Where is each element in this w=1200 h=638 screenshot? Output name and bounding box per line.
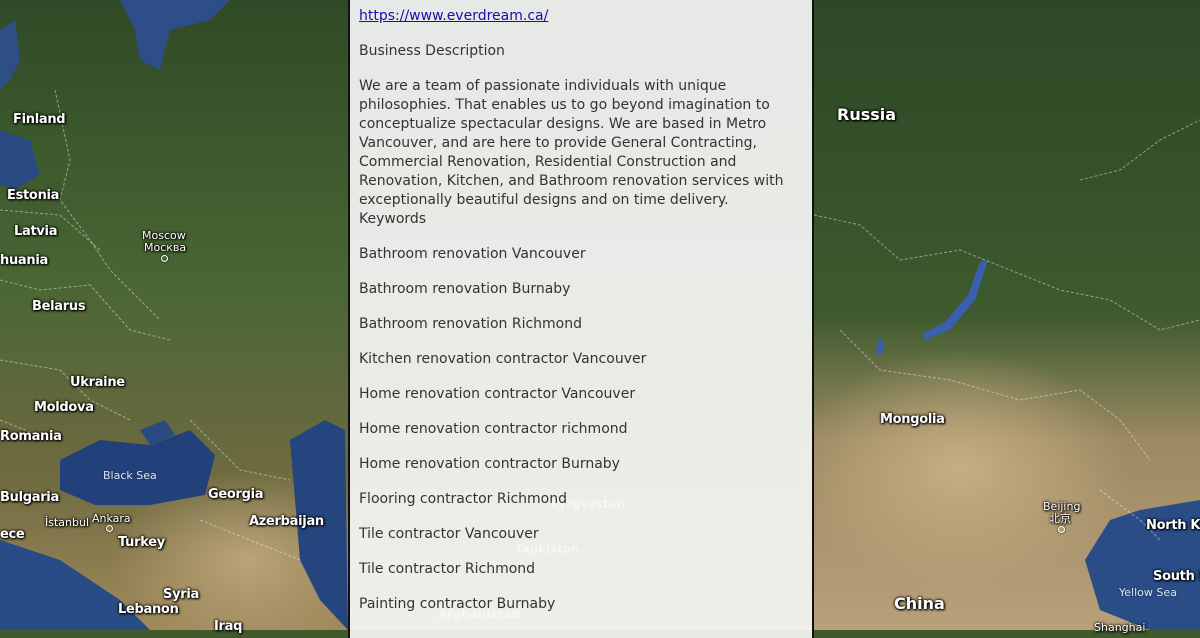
label-bulgaria: Bulgaria (0, 490, 59, 505)
keyword-item: Bathroom renovation Burnaby (359, 281, 571, 297)
label-ankara: Ankara (92, 512, 131, 525)
label-latvia: Latvia (14, 224, 58, 239)
keyword-item: Tile contractor Vancouver (359, 526, 539, 542)
label-russia: Russia (837, 105, 897, 124)
keyword-item: Flooring contractor Richmond (359, 491, 567, 507)
panel-content: https://www.everdream.ca/ Business Descr… (359, 7, 807, 630)
label-moldova: Moldova (34, 400, 94, 415)
keyword-item: Home renovation contractor Vancouver (359, 386, 636, 402)
label-istanbul: İstanbul (45, 516, 90, 529)
moscow-city-dot (161, 255, 168, 262)
label-iraq: Iraq (214, 619, 243, 634)
keyword-item: Kitchen renovation contractor Vancouver (359, 351, 647, 367)
keyword-item: Bathroom renovation Richmond (359, 316, 582, 332)
label-ukraine: Ukraine (70, 375, 125, 390)
label-moscow: Moscow (142, 229, 186, 242)
description-heading: Business Description (359, 43, 505, 59)
label-syria: Syria (163, 587, 199, 602)
keyword-item: Bathroom renovation Vancouver (359, 246, 586, 262)
label-north-korea: North Ko (1146, 518, 1200, 533)
label-lithuania: huania (0, 253, 48, 268)
label-finland: Finland (13, 112, 66, 127)
label-turkey: Turkey (118, 535, 165, 550)
keyword-item: Painting contractor Burnaby (359, 596, 556, 612)
label-beijing-native: 北京 (1049, 512, 1071, 525)
label-shanghai: Shanghai (1094, 621, 1146, 634)
business-info-panel: Kyrgyzstan Tajikistan Afghanistan https:… (348, 0, 814, 638)
ankara-city-dot (106, 525, 113, 532)
keyword-item: Home renovation contractor Burnaby (359, 456, 620, 472)
label-black-sea: Black Sea (103, 469, 157, 482)
label-beijing: Beijing (1043, 500, 1081, 513)
label-china: China (894, 594, 945, 613)
label-georgia: Georgia (208, 487, 264, 502)
business-description: We are a team of passionate individuals … (359, 78, 784, 208)
label-south-korea: South K (1153, 569, 1200, 584)
beijing-city-dot (1058, 526, 1065, 533)
website-link[interactable]: https://www.everdream.ca/ (359, 7, 807, 26)
label-mongolia: Mongolia (880, 412, 945, 427)
label-estonia: Estonia (7, 188, 60, 203)
keyword-item: Home renovation contractor richmond (359, 421, 628, 437)
keywords-heading: Keywords (359, 211, 427, 227)
label-moscow-native: Москва (144, 241, 187, 254)
label-lebanon: Lebanon (118, 602, 179, 617)
label-yellow-sea: Yellow Sea (1119, 586, 1177, 599)
label-azerbaijan: Azerbaijan (249, 514, 324, 529)
label-belarus: Belarus (32, 299, 86, 314)
keyword-item: Tile contractor Richmond (359, 561, 536, 577)
gobi-desert (790, 350, 1130, 590)
label-romania: Romania (0, 429, 62, 444)
label-greece: ece (0, 527, 25, 542)
